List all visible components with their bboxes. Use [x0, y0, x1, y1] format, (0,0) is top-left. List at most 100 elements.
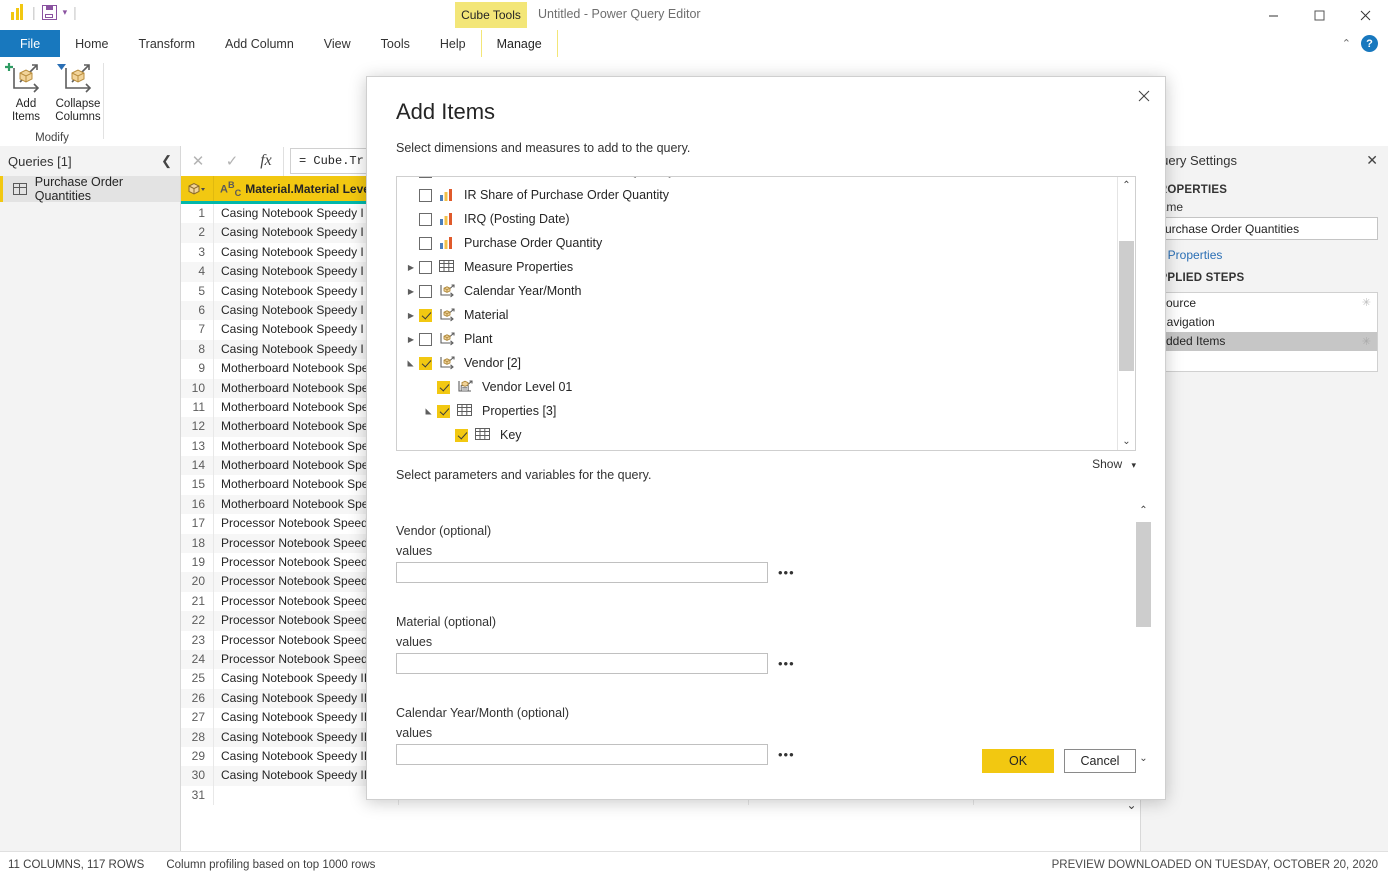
chevron-up-icon[interactable]: ⌃: [1135, 502, 1152, 519]
row-number: 19: [181, 553, 214, 572]
tree-item[interactable]: ▶Measure Properties: [397, 255, 1118, 279]
tab-home[interactable]: Home: [60, 30, 123, 57]
chevron-up-icon[interactable]: ⌃: [1118, 177, 1135, 194]
tree-item[interactable]: Vendor Level 01: [397, 375, 1118, 399]
chevron-right-icon[interactable]: ▶: [403, 335, 419, 344]
tree-vertical-scrollbar[interactable]: ⌃ ⌄: [1117, 177, 1135, 450]
maximize-icon[interactable]: [1296, 0, 1342, 30]
parameter-input[interactable]: [396, 744, 768, 765]
tab-view[interactable]: View: [309, 30, 366, 57]
parameter-input[interactable]: [396, 562, 768, 583]
tree-item-checkbox[interactable]: [419, 176, 432, 178]
queries-pane-header: Queries [1] ❮: [0, 146, 180, 176]
close-icon[interactable]: ✕: [1366, 152, 1378, 169]
tree-item[interactable]: Purchase Order Quantity: [397, 231, 1118, 255]
row-number: 6: [181, 301, 214, 320]
ribbon-tab-strip: File Home Transform Add Column View Tool…: [0, 30, 1388, 58]
help-icon[interactable]: ?: [1361, 35, 1378, 52]
chevron-down-icon[interactable]: ▾: [63, 7, 68, 18]
contextual-tab-title: Cube Tools: [455, 2, 527, 28]
tree-item-checkbox[interactable]: [437, 381, 450, 394]
parameter-more-button[interactable]: •••: [778, 656, 795, 671]
applied-steps-list: Source✳NavigationAdded Items✳: [1151, 292, 1378, 372]
tree-scroll-thumb[interactable]: [1119, 241, 1134, 371]
tab-transform[interactable]: Transform: [124, 30, 211, 57]
params-scroll-thumb[interactable]: [1136, 522, 1151, 627]
table-icon: [475, 428, 493, 442]
query-name-input[interactable]: Purchase Order Quantities: [1151, 217, 1378, 240]
tree-item[interactable]: IR Share of Purchase Order Quantity: [397, 183, 1118, 207]
chevron-right-icon[interactable]: ▶: [403, 263, 419, 272]
chevron-right-icon[interactable]: ▶: [403, 311, 419, 320]
gear-icon[interactable]: ✳: [1362, 296, 1371, 309]
tree-item-checkbox[interactable]: [455, 429, 468, 442]
parameter-more-button[interactable]: •••: [778, 747, 795, 762]
tree-item-label: Material: [464, 308, 508, 322]
applied-step-item[interactable]: Added Items✳: [1152, 332, 1377, 351]
minimize-icon[interactable]: [1250, 0, 1296, 30]
tab-manage[interactable]: Manage: [481, 30, 558, 58]
applied-step-item[interactable]: Navigation: [1152, 312, 1377, 331]
status-profiling: Column profiling based on top 1000 rows: [166, 859, 375, 871]
dialog-buttons: OK Cancel: [982, 749, 1136, 773]
close-icon[interactable]: ✕: [181, 147, 215, 176]
tree-item[interactable]: GK Share of Purchase Order Quantity: [397, 176, 1118, 183]
tree-item-checkbox[interactable]: [419, 261, 432, 274]
row-number: 3: [181, 243, 214, 262]
parameter-input[interactable]: [396, 653, 768, 674]
tree-item[interactable]: ▶Calendar Year/Month: [397, 279, 1118, 303]
tree-item-checkbox[interactable]: [419, 285, 432, 298]
measure-bars-icon: [439, 188, 457, 202]
query-list-item-purchase-order-quantities[interactable]: Purchase Order Quantities: [0, 176, 180, 202]
row-number: 24: [181, 650, 214, 669]
fx-icon[interactable]: fx: [249, 147, 283, 176]
params-vertical-scrollbar[interactable]: ⌃ ⌄: [1135, 502, 1152, 767]
chevron-down-icon[interactable]: ⌄: [1135, 750, 1152, 767]
tree-item[interactable]: Key: [397, 423, 1118, 447]
applied-step-item[interactable]: Source✳: [1152, 293, 1377, 312]
parameter-more-button[interactable]: •••: [778, 565, 795, 580]
tree-item[interactable]: ◢Properties [3]: [397, 399, 1118, 423]
table-icon: [457, 404, 475, 418]
tree-item-checkbox[interactable]: [419, 309, 432, 322]
chevron-down-icon[interactable]: ◢: [425, 403, 434, 419]
chevron-down-icon[interactable]: ⌄: [1118, 433, 1135, 450]
tree-item[interactable]: ◢Vendor [2]: [397, 351, 1118, 375]
add-items-button[interactable]: Add Items: [0, 57, 52, 124]
collapse-columns-button[interactable]: Collapse Columns: [52, 57, 104, 124]
tab-file[interactable]: File: [0, 30, 60, 57]
ok-button[interactable]: OK: [982, 749, 1054, 773]
cancel-button[interactable]: Cancel: [1064, 749, 1136, 773]
grid-corner-cube-dropdown-icon[interactable]: [181, 176, 214, 201]
tree-item[interactable]: IRQ (Posting Date): [397, 207, 1118, 231]
tab-tools[interactable]: Tools: [366, 30, 425, 57]
chevron-left-icon[interactable]: ❮: [161, 153, 172, 169]
chevron-up-icon[interactable]: ⌃: [1342, 37, 1351, 50]
applied-steps-section-label: APPLIED STEPS: [1141, 262, 1388, 288]
chevron-right-icon[interactable]: ▶: [403, 287, 419, 296]
save-icon[interactable]: [42, 5, 57, 20]
chevron-down-icon[interactable]: ◢: [407, 355, 416, 371]
chevron-down-icon[interactable]: ⌄: [1123, 798, 1140, 812]
tree-item-label: Key: [500, 428, 522, 442]
tab-help[interactable]: Help: [425, 30, 481, 57]
show-label: Show: [1092, 457, 1122, 471]
window-title: Untitled - Power Query Editor: [538, 7, 701, 21]
gear-icon[interactable]: ✳: [1362, 335, 1371, 348]
tree-item-checkbox[interactable]: [419, 333, 432, 346]
show-dropdown[interactable]: Show ▾: [1092, 457, 1136, 471]
check-icon[interactable]: ✓: [215, 147, 249, 176]
tree-item-checkbox[interactable]: [419, 357, 432, 370]
row-number: 16: [181, 495, 214, 514]
tab-add-column[interactable]: Add Column: [210, 30, 309, 57]
row-number: 20: [181, 572, 214, 591]
tree-item[interactable]: ▶ Material: [397, 303, 1118, 327]
tree-item-checkbox[interactable]: [419, 237, 432, 250]
tree-item-checkbox[interactable]: [419, 213, 432, 226]
close-icon[interactable]: [1342, 0, 1388, 30]
tree-item-checkbox[interactable]: [419, 189, 432, 202]
tree-item[interactable]: ▶Plant: [397, 327, 1118, 351]
all-properties-link[interactable]: All Properties: [1141, 240, 1388, 262]
tree-item-checkbox[interactable]: [437, 405, 450, 418]
close-icon[interactable]: [1131, 83, 1157, 109]
